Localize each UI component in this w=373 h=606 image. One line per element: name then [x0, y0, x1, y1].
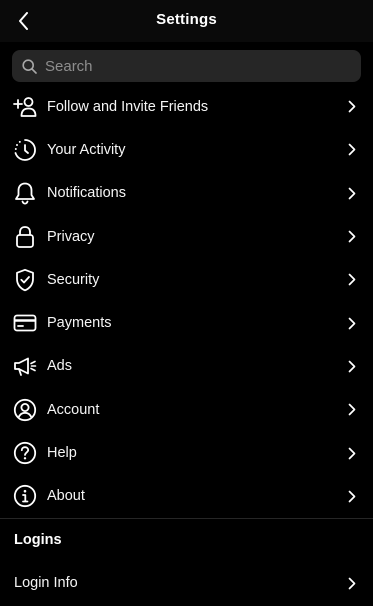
menu-item-ads[interactable]: Ads [0, 345, 373, 388]
user-circle-icon [12, 397, 38, 423]
chevron-right-icon [347, 230, 357, 244]
page-title: Settings [156, 11, 217, 28]
search-input[interactable] [45, 57, 335, 75]
menu-item-label: Security [47, 271, 100, 288]
menu-item-label: Privacy [47, 228, 95, 245]
search-bar[interactable] [12, 50, 361, 82]
lock-icon [12, 224, 38, 250]
chevron-right-icon [347, 316, 357, 330]
menu-item-about[interactable]: About [0, 475, 373, 518]
menu-item-label: Notifications [47, 185, 126, 202]
chevron-right-icon [347, 143, 357, 157]
menu-item-label: Login Info [14, 575, 78, 591]
menu-item-login-info[interactable]: Login Info [0, 562, 373, 605]
menu-item-label: About [47, 488, 85, 505]
menu-item-notifications[interactable]: Notifications [0, 172, 373, 215]
chevron-right-icon [347, 273, 357, 287]
section-divider [0, 518, 373, 519]
menu-item-label: Help [47, 445, 77, 462]
megaphone-icon [12, 353, 38, 379]
menu-item-help[interactable]: Help [0, 431, 373, 474]
chevron-right-icon [347, 186, 357, 200]
chevron-right-icon [347, 576, 357, 590]
menu-item-label: Your Activity [47, 141, 126, 158]
chevron-right-icon [347, 446, 357, 460]
chevron-right-icon [347, 100, 357, 114]
menu-item-label: Follow and Invite Friends [47, 98, 209, 115]
chevron-right-icon [347, 359, 357, 373]
menu-item-your-activity[interactable]: Your Activity [0, 128, 373, 171]
logins-section-title: Logins [14, 532, 62, 548]
chevron-right-icon [347, 489, 357, 503]
search-icon [22, 58, 37, 74]
menu-item-security[interactable]: Security [0, 258, 373, 301]
menu-item-privacy[interactable]: Privacy [0, 215, 373, 258]
info-circle-icon [12, 483, 38, 509]
chevron-right-icon [347, 403, 357, 417]
menu-item-label: Account [47, 401, 100, 418]
menu-item-label: Ads [47, 358, 72, 375]
settings-menu: Follow and Invite Friends Your Activity [0, 85, 373, 518]
credit-card-icon [12, 310, 38, 336]
menu-item-label: Payments [47, 315, 112, 332]
menu-item-follow-invite[interactable]: Follow and Invite Friends [0, 85, 373, 128]
add-person-icon [12, 94, 38, 120]
shield-check-icon [12, 267, 38, 293]
menu-item-payments[interactable]: Payments [0, 301, 373, 344]
top-bar: Settings [0, 0, 373, 42]
bell-icon [12, 180, 38, 206]
activity-clock-icon [12, 137, 38, 163]
help-circle-icon [12, 440, 38, 466]
menu-item-account[interactable]: Account [0, 388, 373, 431]
